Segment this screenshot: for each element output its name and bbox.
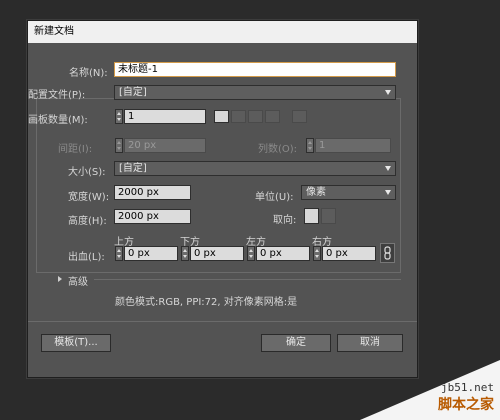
bleed-left-input[interactable]: 0 px: [256, 246, 310, 261]
artboard-count-label: 画板数量(M):: [28, 115, 88, 126]
columns-label: 列数(O):: [258, 144, 298, 155]
bleed-label: 出血(L):: [68, 252, 105, 263]
arrange-by-column-icon[interactable]: [265, 110, 280, 123]
watermark-site: 脚本之家: [438, 397, 494, 413]
footer-divider: [28, 321, 417, 322]
height-input[interactable]: 2000 px: [114, 209, 191, 224]
spacing-input[interactable]: 20 px: [124, 138, 206, 153]
link-chain-icon[interactable]: [380, 243, 395, 263]
width-input[interactable]: 2000 px: [114, 185, 191, 200]
dialog-titlebar[interactable]: 新建文档: [28, 21, 417, 43]
units-select-value: 像素: [306, 187, 326, 198]
name-label: 名称(N):: [69, 68, 108, 79]
bleed-top-stepper[interactable]: [115, 246, 123, 261]
left-to-right-layout-icon[interactable]: [292, 110, 307, 123]
bleed-bottom-stepper[interactable]: [181, 246, 189, 261]
chevron-down-icon: [385, 166, 391, 171]
bleed-right-input[interactable]: 0 px: [322, 246, 376, 261]
size-select-value: [自定]: [119, 163, 147, 174]
grid-by-row-icon[interactable]: [214, 110, 229, 123]
arrange-by-row-icon[interactable]: [248, 110, 263, 123]
bleed-top-input[interactable]: 0 px: [124, 246, 178, 261]
landscape-orientation-icon[interactable]: [321, 208, 336, 224]
portrait-orientation-icon[interactable]: [304, 208, 319, 224]
bleed-right-stepper[interactable]: [313, 246, 321, 261]
advanced-divider: [94, 279, 401, 280]
grid-by-column-icon[interactable]: [231, 110, 246, 123]
units-select[interactable]: 像素: [301, 185, 396, 200]
artboard-count-stepper[interactable]: [115, 109, 123, 124]
advanced-label[interactable]: 高级: [68, 273, 88, 288]
profile-label: 配置文件(P):: [28, 90, 86, 101]
spacing-label: 间距(I):: [58, 144, 93, 155]
bleed-left-stepper[interactable]: [247, 246, 255, 261]
ok-button[interactable]: 确定: [261, 334, 331, 352]
columns-stepper[interactable]: [306, 138, 314, 153]
height-label: 高度(H):: [68, 216, 107, 227]
profile-select-value: [自定]: [119, 87, 147, 98]
document-info-text: 颜色模式:RGB, PPI:72, 对齐像素网格:是: [115, 297, 298, 308]
size-label: 大小(S):: [68, 167, 106, 178]
watermark-domain: jb51.net: [441, 381, 494, 394]
profile-select[interactable]: [自定]: [114, 85, 396, 100]
dialog-title: 新建文档: [34, 26, 74, 37]
width-label: 宽度(W):: [68, 192, 110, 203]
templates-button[interactable]: 模板(T)...: [41, 334, 111, 352]
new-document-dialog: 新建文档 名称(N): 未标题-1 配置文件(P): [自定] 画板数量(M):…: [27, 20, 418, 378]
bleed-bottom-input[interactable]: 0 px: [190, 246, 244, 261]
units-label: 单位(U):: [255, 192, 294, 203]
chevron-down-icon: [385, 190, 391, 195]
orientation-label: 取向:: [273, 215, 297, 226]
cancel-button[interactable]: 取消: [337, 334, 403, 352]
spacing-stepper[interactable]: [115, 138, 123, 153]
artboard-count-input[interactable]: 1: [124, 109, 206, 124]
size-select[interactable]: [自定]: [114, 161, 396, 176]
chevron-down-icon: [385, 90, 391, 95]
columns-input[interactable]: 1: [315, 138, 391, 153]
name-input[interactable]: 未标题-1: [114, 62, 396, 77]
chevron-right-icon[interactable]: [58, 276, 62, 282]
